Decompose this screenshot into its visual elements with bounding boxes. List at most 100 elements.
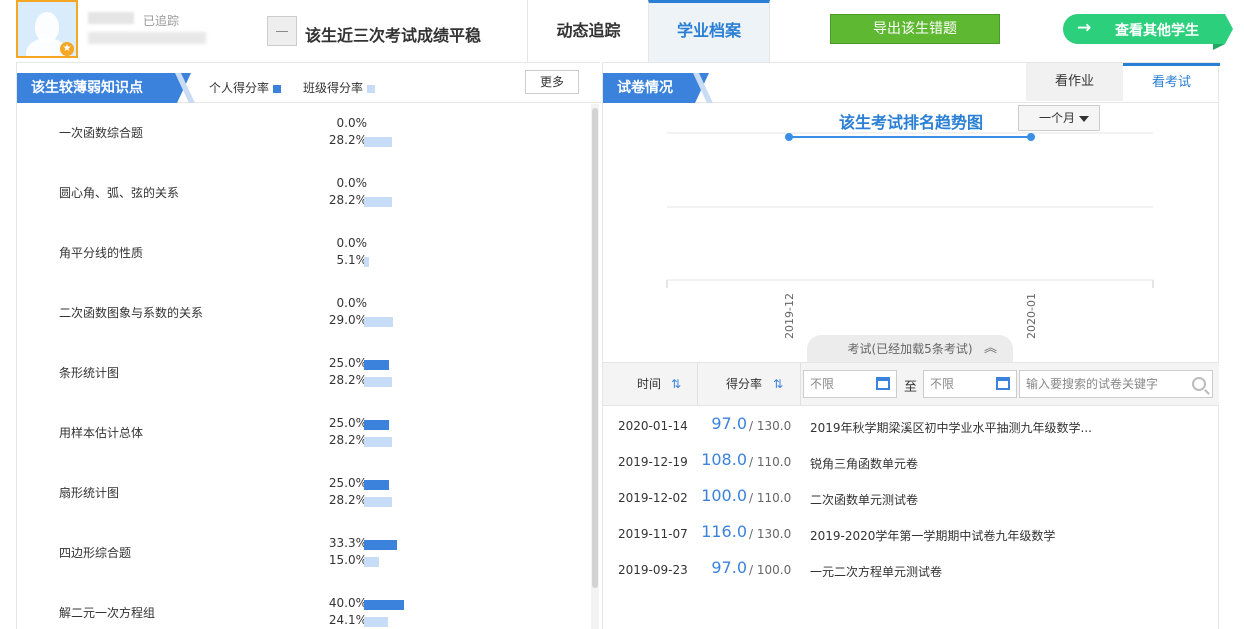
weak-point-row[interactable]: 解二元一次方程组 40.0% 24.1%	[17, 584, 589, 629]
exam-date: 2020-01-14	[618, 419, 688, 433]
class-rate: 5.1%	[336, 253, 368, 267]
personal-rate: 0.0%	[336, 116, 368, 130]
weak-point-row[interactable]: 角平分线的性质 0.0% 5.1%	[17, 224, 589, 284]
weak-point-name: 扇形统计图	[59, 486, 120, 500]
weak-point-name: 二次函数图象与系数的关系	[59, 306, 204, 320]
sort-icon: ⇅	[773, 377, 784, 391]
class-rate-bar	[364, 617, 389, 627]
personal-rate-bar	[364, 360, 389, 370]
exam-score: 108.0	[701, 450, 747, 469]
exam-row[interactable]: 2019-12-19 108.0/ 110.0 锐角三角函数单元卷	[603, 443, 1219, 479]
exam-name[interactable]: 二次函数单元测试卷	[810, 491, 918, 508]
exam-name[interactable]: 锐角三角函数单元卷	[810, 455, 918, 472]
personal-rate-bar	[364, 540, 398, 550]
student-avatar[interactable]: ★	[16, 0, 78, 58]
exam-panel: 试卷情况 看作业 看考试 该生考试排名趋势图 一个月 2019-12 2020-0…	[602, 62, 1220, 629]
personal-rate: 0.0%	[336, 296, 368, 310]
weak-points-list[interactable]: 一次函数综合题 0.0% 28.2% 圆心角、弧、弦的关系 0.0% 28.2% 角平分线的…	[17, 104, 589, 629]
rank-point[interactable]	[1027, 133, 1035, 141]
personal-rate: 0.0%	[336, 176, 368, 190]
weak-point-row[interactable]: 一次函数综合题 0.0% 28.2%	[17, 104, 589, 164]
exam-search-input[interactable]: 输入要搜索的试卷关键字	[1019, 370, 1213, 398]
class-rate: 28.2%	[328, 493, 367, 507]
exam-score: 97.0	[711, 414, 747, 433]
weak-point-row[interactable]: 用样本估计总体 25.0% 28.2%	[17, 404, 589, 464]
legend-class-swatch	[367, 84, 376, 93]
weak-point-row[interactable]: 扇形统计图 25.0% 28.2%	[17, 464, 589, 524]
exam-date: 2019-11-07	[618, 527, 688, 541]
weak-points-scrollbar[interactable]	[591, 104, 599, 629]
weak-point-name: 一次函数综合题	[59, 126, 144, 140]
weak-points-header: 该生较薄弱知识点 个人得分率 班级得分率 更多	[17, 70, 601, 103]
arrow-right-icon: →	[1077, 18, 1092, 38]
exam-section-title: 试卷情况	[603, 73, 709, 103]
exam-row[interactable]: 2020-01-14 97.0/ 130.0 2019年秋学期梁溪区初中学业水平抽测…	[603, 407, 1219, 443]
search-icon[interactable]	[1192, 377, 1206, 391]
exam-name[interactable]: 一元二次方程单元测试卷	[810, 563, 942, 580]
exam-row[interactable]: 2019-11-07 116.0/ 130.0 2019-2020学年第一学期期中试…	[603, 515, 1219, 551]
exam-score: 97.0	[711, 558, 747, 577]
date-to-input[interactable]: 不限	[923, 370, 1017, 398]
view-other-students-button[interactable]: → 查看其他学生	[1063, 14, 1233, 44]
sort-by-score[interactable]: 得分率 ⇅	[698, 363, 801, 405]
weak-point-name: 用样本估计总体	[59, 426, 144, 440]
tracked-status[interactable]: 已追踪	[143, 12, 179, 29]
class-rate-bar	[364, 257, 370, 267]
personal-rate: 0.0%	[336, 236, 368, 250]
date-to-placeholder: 不限	[930, 377, 955, 391]
exam-name[interactable]: 2019-2020学年第一学期期中试卷九年级数学	[810, 527, 1055, 544]
tab-academic-records[interactable]: 学业档案	[648, 0, 770, 62]
exam-date: 2019-09-23	[618, 563, 688, 577]
sort-icon: ⇅	[671, 377, 682, 391]
legend-class-label: 班级得分率	[303, 81, 364, 95]
tab-dynamic-tracking[interactable]: 动态追踪	[527, 0, 649, 62]
class-rate: 28.2%	[328, 193, 367, 207]
scrollbar-thumb[interactable]	[592, 108, 598, 588]
exam-total: / 130.0	[749, 527, 792, 541]
double-chevron-up-icon: ︽	[983, 341, 997, 356]
date-from-placeholder: 不限	[810, 377, 835, 391]
weak-points-title: 该生较薄弱知识点	[17, 73, 191, 103]
legend-personal-label: 个人得分率	[209, 81, 270, 95]
exam-name[interactable]: 2019年秋学期梁溪区初中学业水平抽测九年级数学...	[810, 419, 1092, 436]
personal-rate: 25.0%	[328, 476, 367, 490]
date-from-input[interactable]: 不限	[803, 370, 897, 398]
tab-exams[interactable]: 看考试	[1123, 63, 1220, 101]
exam-tabs: 看作业 看考试	[1026, 63, 1220, 101]
class-rate-bar	[364, 317, 393, 327]
personal-rate: 25.0%	[328, 356, 367, 370]
weak-point-row[interactable]: 四边形综合题 33.3% 15.0%	[17, 524, 589, 584]
class-rate: 28.2%	[328, 133, 367, 147]
score-column-label: 得分率	[726, 377, 763, 391]
more-button[interactable]: 更多	[525, 70, 579, 94]
exam-total: / 110.0	[749, 491, 792, 505]
trend-summary: 该生近三次考试成绩平稳	[305, 26, 482, 45]
x-tick-label: 2019-12	[783, 293, 796, 339]
legend-personal: 个人得分率	[209, 79, 282, 96]
load-info-tab[interactable]: 考试(已经加载5条考试) ︽	[807, 335, 1013, 363]
weak-point-name: 条形统计图	[59, 366, 120, 380]
tab-homework[interactable]: 看作业	[1026, 63, 1123, 101]
exam-row[interactable]: 2019-09-23 97.0/ 100.0 一元二次方程单元测试卷	[603, 551, 1219, 587]
trend-stable-icon	[267, 16, 297, 46]
exam-score: 100.0	[701, 486, 747, 505]
weak-point-row[interactable]: 条形统计图 25.0% 28.2%	[17, 344, 589, 404]
calendar-icon[interactable]	[996, 377, 1010, 390]
weak-point-row[interactable]: 二次函数图象与系数的关系 0.0% 29.0%	[17, 284, 589, 344]
weak-point-row[interactable]: 圆心角、弧、弦的关系 0.0% 28.2%	[17, 164, 589, 224]
class-rate-bar	[364, 137, 393, 147]
weak-point-name: 四边形综合题	[59, 546, 132, 560]
date-range-separator: 至	[904, 380, 918, 395]
exam-date: 2019-12-19	[618, 455, 688, 469]
exam-date: 2019-12-02	[618, 491, 688, 505]
exam-row[interactable]: 2019-12-02 100.0/ 110.0 二次函数单元测试卷	[603, 479, 1219, 515]
calendar-icon[interactable]	[876, 377, 890, 390]
rank-trend-chart: 2019-12 2020-01	[666, 132, 1154, 339]
personal-rate-bar	[364, 420, 389, 430]
rank-point[interactable]	[785, 133, 793, 141]
export-errors-button[interactable]: 导出该生错题	[830, 14, 1000, 44]
exam-total: / 100.0	[749, 563, 792, 577]
sort-by-time[interactable]: 时间 ⇅	[603, 363, 698, 405]
load-info-label: 考试(已经加载5条考试)	[847, 342, 973, 356]
exam-score: 116.0	[701, 522, 747, 541]
